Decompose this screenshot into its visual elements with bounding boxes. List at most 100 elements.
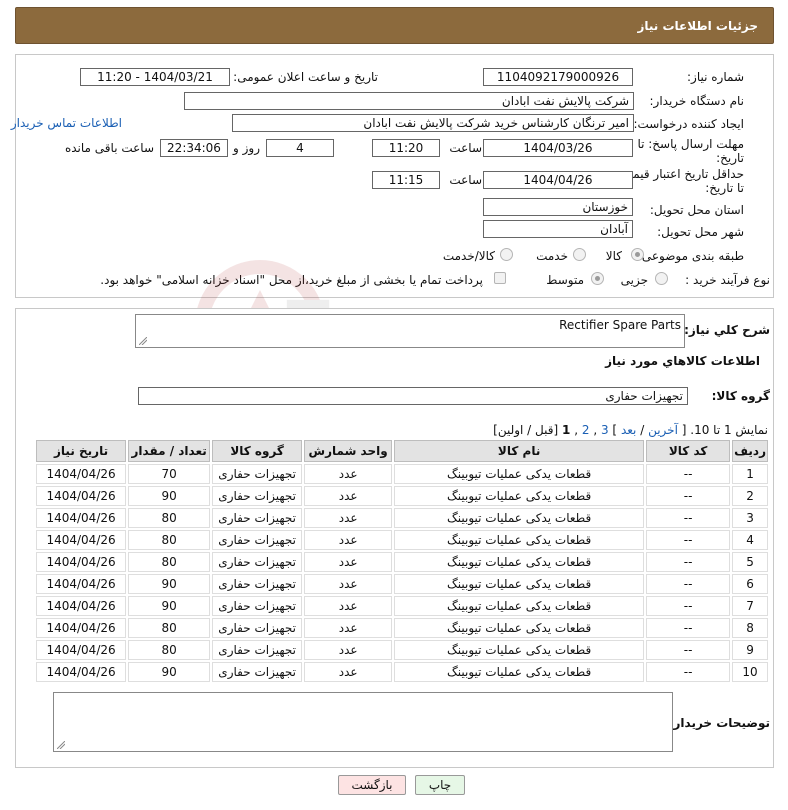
pagination-page-3[interactable]: 3 bbox=[601, 423, 609, 437]
col-unit: واحد شمارش bbox=[304, 440, 393, 462]
days-label: روز و bbox=[233, 141, 260, 155]
cell-item-name: قطعات یدکی عملیات تیوبینگ bbox=[394, 464, 645, 484]
col-row-number: ردیف bbox=[732, 440, 768, 462]
col-need-date: تاریخ نیاز bbox=[36, 440, 127, 462]
cell-row-number: 8 bbox=[732, 618, 768, 638]
cell-item-name: قطعات یدکی عملیات تیوبینگ bbox=[394, 596, 645, 616]
col-quantity: تعداد / مقدار bbox=[128, 440, 211, 462]
cell-quantity: 80 bbox=[128, 552, 211, 572]
buyer-notes-textarea[interactable] bbox=[53, 692, 673, 752]
table-row: 1 -- قطعات یدکی عملیات تیوبینگ عدد تجهیزات ح… bbox=[36, 464, 768, 484]
cell-unit: عدد bbox=[304, 530, 393, 550]
buyer-notes-label: توضیحات خریدار: bbox=[668, 716, 770, 730]
cell-quantity: 80 bbox=[128, 640, 211, 660]
resize-grip-icon[interactable] bbox=[57, 741, 65, 749]
cell-row-number: 7 bbox=[732, 596, 768, 616]
category-label: طبقه بندی موضوعی: bbox=[637, 249, 744, 263]
cell-need-date: 1404/04/26 bbox=[36, 508, 127, 528]
price-date-field: 1404/04/26 bbox=[483, 171, 633, 189]
category-option-goods-service: کالا/خدمت bbox=[442, 249, 495, 263]
process-option-minor: جزیی bbox=[620, 273, 648, 287]
pagination-page-1: 1 bbox=[562, 423, 571, 437]
cell-item-group: تجهیزات حفاری bbox=[212, 640, 303, 660]
cell-need-date: 1404/04/26 bbox=[36, 574, 127, 594]
process-option-medium: متوسط bbox=[546, 273, 584, 287]
process-type-label: نوع فرآیند خرید : bbox=[685, 273, 770, 287]
cell-quantity: 90 bbox=[128, 486, 211, 506]
treasury-payment-checkbox[interactable] bbox=[494, 272, 506, 284]
cell-need-date: 1404/04/26 bbox=[36, 640, 127, 660]
cell-item-name: قطعات یدکی عملیات تیوبینگ bbox=[394, 618, 645, 638]
pagination: نمایش 1 تا 10. [ آخرین / بعد ] 3 , 2 , 1… bbox=[493, 423, 768, 437]
cell-quantity: 90 bbox=[128, 574, 211, 594]
back-button[interactable]: بازگشت bbox=[338, 775, 406, 795]
cell-item-code: -- bbox=[646, 574, 731, 594]
category-radio-goods[interactable] bbox=[631, 248, 644, 261]
buyer-org-label: نام دستگاه خریدار: bbox=[649, 94, 745, 108]
summary-value: Rectifier Spare Parts bbox=[559, 318, 681, 332]
summary-label: شرح کلي نياز: bbox=[684, 323, 770, 337]
table-row: 9 -- قطعات یدکی عملیات تیوبینگ عدد تجهیزات ح… bbox=[36, 640, 768, 660]
cell-item-code: -- bbox=[646, 662, 731, 682]
page-header: جزئیات اطلاعات نیاز bbox=[15, 7, 774, 44]
cell-unit: عدد bbox=[304, 640, 393, 660]
resize-grip-icon[interactable] bbox=[139, 337, 147, 345]
cell-item-name: قطعات یدکی عملیات تیوبینگ bbox=[394, 530, 645, 550]
deadline-label: مهلت ارسال پاسخ: تا bbox=[637, 137, 744, 151]
cell-row-number: 4 bbox=[732, 530, 768, 550]
cell-need-date: 1404/04/26 bbox=[36, 596, 127, 616]
col-item-code: کد کالا bbox=[646, 440, 731, 462]
cell-row-number: 2 bbox=[732, 486, 768, 506]
price-time-label: ساعت bbox=[449, 173, 482, 187]
table-row: 7 -- قطعات یدکی عملیات تیوبینگ عدد تجهیزات ح… bbox=[36, 596, 768, 616]
creator-label: ایجاد کننده درخواست: bbox=[633, 117, 744, 131]
table-row: 4 -- قطعات یدکی عملیات تیوبینگ عدد تجهیزات ح… bbox=[36, 530, 768, 550]
cell-item-name: قطعات یدکی عملیات تیوبینگ bbox=[394, 508, 645, 528]
cell-quantity: 90 bbox=[128, 662, 211, 682]
deadline-time-label: ساعت bbox=[449, 141, 482, 155]
cell-item-group: تجهیزات حفاری bbox=[212, 552, 303, 572]
creator-field: امیر ترنگان کارشناس خرید شرکت پالایش نفت… bbox=[232, 114, 634, 132]
days-field: 4 bbox=[266, 139, 334, 157]
cell-row-number: 6 bbox=[732, 574, 768, 594]
cell-item-code: -- bbox=[646, 618, 731, 638]
cell-unit: عدد bbox=[304, 596, 393, 616]
pagination-last-link[interactable]: آخرین bbox=[648, 423, 678, 437]
cell-item-group: تجهیزات حفاری bbox=[212, 464, 303, 484]
deadline-time-field: 11:20 bbox=[372, 139, 440, 157]
category-radio-service[interactable] bbox=[573, 248, 586, 261]
table-row: 2 -- قطعات یدکی عملیات تیوبینگ عدد تجهیزات ح… bbox=[36, 486, 768, 506]
cell-need-date: 1404/04/26 bbox=[36, 530, 127, 550]
pagination-next-link[interactable]: بعد bbox=[621, 423, 636, 437]
cell-row-number: 1 bbox=[732, 464, 768, 484]
cell-item-code: -- bbox=[646, 552, 731, 572]
need-number-field: 1104092179000926 bbox=[483, 68, 633, 86]
deadline-date-field: 1404/03/26 bbox=[483, 139, 633, 157]
page-title: جزئیات اطلاعات نیاز bbox=[637, 18, 758, 33]
pagination-page-2[interactable]: 2 bbox=[582, 423, 590, 437]
cell-item-group: تجهیزات حفاری bbox=[212, 486, 303, 506]
summary-textarea[interactable]: Rectifier Spare Parts bbox=[135, 314, 685, 348]
pagination-bracket-close: ] bbox=[608, 423, 618, 437]
price-validity-label: حداقل تاریخ اعتبار قیمت: bbox=[617, 167, 744, 181]
cell-row-number: 3 bbox=[732, 508, 768, 528]
price-time-field: 11:15 bbox=[372, 171, 440, 189]
cell-unit: عدد bbox=[304, 486, 393, 506]
announce-label: تاریخ و ساعت اعلان عمومی: bbox=[233, 70, 378, 84]
process-radio-medium[interactable] bbox=[591, 272, 604, 285]
cell-item-code: -- bbox=[646, 508, 731, 528]
cell-need-date: 1404/04/26 bbox=[36, 486, 127, 506]
pagination-range: نمایش 1 تا 10. [ bbox=[681, 423, 768, 437]
pagination-prev-first: [قبل / اولین] bbox=[493, 423, 559, 437]
cell-need-date: 1404/04/26 bbox=[36, 618, 127, 638]
cell-item-name: قطعات یدکی عملیات تیوبینگ bbox=[394, 662, 645, 682]
category-radio-goods-service[interactable] bbox=[500, 248, 513, 261]
pagination-comma-2: , bbox=[574, 423, 579, 437]
cell-item-group: تجهیزات حفاری bbox=[212, 596, 303, 616]
province-field: خوزستان bbox=[483, 198, 633, 216]
cell-row-number: 5 bbox=[732, 552, 768, 572]
buyer-contact-link[interactable]: اطلاعات تماس خریدار bbox=[11, 116, 122, 130]
print-button[interactable]: چاپ bbox=[415, 775, 465, 795]
process-radio-minor[interactable] bbox=[655, 272, 668, 285]
cell-item-code: -- bbox=[646, 640, 731, 660]
